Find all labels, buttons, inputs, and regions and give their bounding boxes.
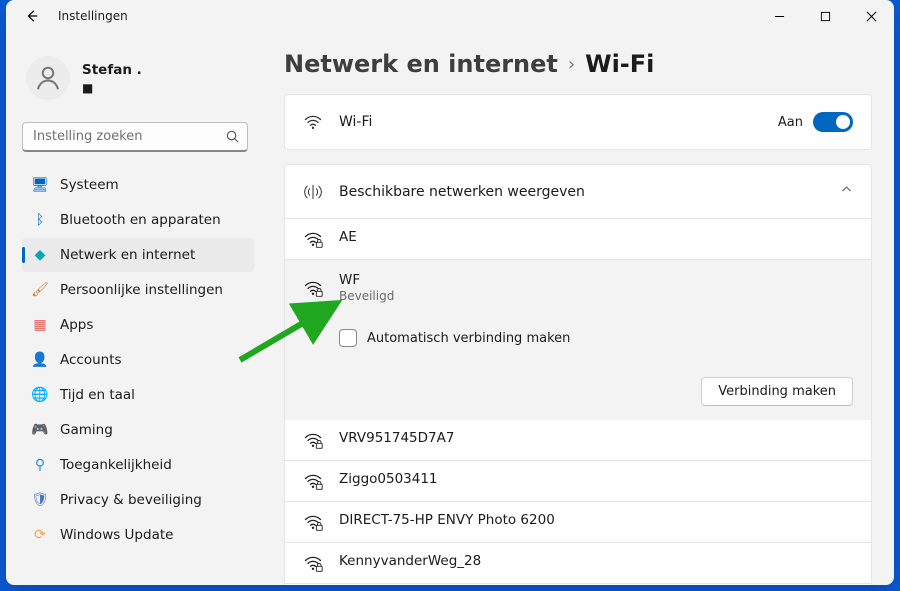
bluetooth-icon: ᛒ — [32, 212, 48, 228]
connect-button[interactable]: Verbinding maken — [701, 377, 853, 406]
nav-list: 🖥 Systeem ᛒ Bluetooth en apparaten ◆ Netwerk … — [22, 168, 254, 552]
apps-icon: ▦ — [32, 317, 48, 333]
sidebar-item-accounts[interactable]: 👤 Accounts — [22, 343, 254, 377]
search-input[interactable] — [22, 122, 248, 152]
close-button[interactable] — [848, 0, 894, 32]
sidebar-item-tijd-en-taal[interactable]: 🌐 Tijd en taal — [22, 378, 254, 412]
avatar — [26, 56, 70, 100]
gamepad-icon: 🎮 — [32, 422, 48, 438]
sidebar-item-apps[interactable]: ▦ Apps — [22, 308, 254, 342]
network-item-selected[interactable]: WF Beveiligd Automatisch verbinding make… — [285, 259, 871, 420]
wifi-secured-icon — [303, 471, 323, 491]
globe-time-icon: 🌐 — [32, 387, 48, 403]
network-item[interactable]: AE — [285, 219, 871, 259]
wifi-switch[interactable] — [813, 112, 853, 132]
network-item[interactable]: VRV951745D7A7 — [285, 420, 871, 460]
sidebar-item-label: Tijd en taal — [60, 387, 135, 403]
available-networks-header[interactable]: Beschikbare netwerken weergeven — [285, 165, 871, 219]
breadcrumb-current: Wi-Fi — [585, 50, 654, 78]
network-ssid: WF — [339, 272, 394, 288]
chevron-up-icon — [840, 183, 853, 200]
sidebar-item-label: Gaming — [60, 422, 113, 438]
settings-window: Instellingen Stefan . ■ 🖥 Systeem ᛒ Bluetoo… — [6, 0, 894, 585]
wifi-toggle-card: Wi-Fi Aan — [284, 94, 872, 150]
wifi-state-label: Aan — [778, 115, 803, 130]
available-networks-card: Beschikbare netwerken weergeven AE — [284, 164, 872, 585]
sidebar-item-persoonlijke-instellingen[interactable]: 🖌 Persoonlijke instellingen — [22, 273, 254, 307]
sidebar-item-label: Privacy & beveiliging — [60, 492, 202, 508]
titlebar: Instellingen — [6, 0, 894, 32]
auto-connect-checkbox[interactable] — [339, 329, 357, 347]
window-controls — [756, 0, 894, 32]
user-sub: ■ — [82, 81, 142, 95]
maximize-button[interactable] — [802, 0, 848, 32]
accessibility-icon: ⚲ — [32, 457, 48, 473]
sidebar-item-bluetooth-en-apparaten[interactable]: ᛒ Bluetooth en apparaten — [22, 203, 254, 237]
wifi-secured-icon — [303, 430, 323, 450]
network-ssid: KennyvanderWeg_28 — [339, 553, 481, 569]
sidebar-item-label: Accounts — [60, 352, 122, 368]
wifi-icon — [303, 112, 323, 132]
sidebar-item-gaming[interactable]: 🎮 Gaming — [22, 413, 254, 447]
available-networks-label: Beschikbare netwerken weergeven — [339, 184, 585, 200]
person-icon: 👤 — [32, 352, 48, 368]
display-icon: 🖥 — [32, 177, 48, 193]
auto-connect-option[interactable]: Automatisch verbinding maken — [339, 329, 853, 347]
breadcrumb-parent[interactable]: Netwerk en internet — [284, 50, 558, 78]
breadcrumb: Netwerk en internet › Wi-Fi — [284, 50, 872, 78]
chevron-right-icon: › — [568, 54, 575, 75]
window-title: Instellingen — [58, 9, 128, 23]
user-block[interactable]: Stefan . ■ — [22, 44, 254, 108]
sidebar-item-label: Systeem — [60, 177, 119, 193]
user-name: Stefan . — [82, 62, 142, 78]
sidebar: Stefan . ■ 🖥 Systeem ᛒ Bluetooth en apparat… — [6, 32, 262, 585]
network-item[interactable]: Ziggo0503411 — [285, 460, 871, 501]
back-button[interactable] — [24, 8, 40, 24]
network-security: Beveiligd — [339, 289, 394, 303]
antenna-icon — [303, 182, 323, 202]
sidebar-item-label: Netwerk en internet — [60, 247, 195, 263]
sidebar-item-label: Windows Update — [60, 527, 173, 543]
sidebar-item-label: Apps — [60, 317, 93, 333]
main-panel: Netwerk en internet › Wi-Fi Wi-Fi Aan — [262, 32, 894, 585]
wifi-secured-icon — [303, 229, 323, 249]
network-item[interactable]: VRV95175E38E6 — [285, 583, 871, 585]
auto-connect-label: Automatisch verbinding maken — [367, 331, 570, 346]
network-ssid: AE — [339, 229, 357, 245]
sidebar-item-systeem[interactable]: 🖥 Systeem — [22, 168, 254, 202]
minimize-button[interactable] — [756, 0, 802, 32]
wifi-secured-icon — [303, 512, 323, 532]
wifi-secured-icon — [303, 553, 323, 573]
wifi-label: Wi-Fi — [339, 114, 372, 130]
network-ssid: DIRECT-75-HP ENVY Photo 6200 — [339, 512, 555, 528]
shield-icon: 🛡 — [32, 492, 48, 508]
search-box — [22, 122, 248, 152]
sidebar-item-windows-update[interactable]: ⟳ Windows Update — [22, 518, 254, 552]
network-list: AE WF Beveiligd Autom — [285, 219, 871, 585]
network-item[interactable]: DIRECT-75-HP ENVY Photo 6200 — [285, 501, 871, 542]
network-ssid: Ziggo0503411 — [339, 471, 438, 487]
network-item[interactable]: KennyvanderWeg_28 — [285, 542, 871, 583]
wifi-toggle-row[interactable]: Wi-Fi Aan — [285, 95, 871, 149]
network-ssid: VRV951745D7A7 — [339, 430, 454, 446]
sidebar-item-privacy-beveiliging[interactable]: 🛡 Privacy & beveiliging — [22, 483, 254, 517]
sidebar-item-label: Bluetooth en apparaten — [60, 212, 221, 228]
sidebar-item-toegankelijkheid[interactable]: ⚲ Toegankelijkheid — [22, 448, 254, 482]
search-icon — [225, 129, 240, 148]
sidebar-item-netwerk-en-internet[interactable]: ◆ Netwerk en internet — [22, 238, 254, 272]
brush-icon: 🖌 — [32, 282, 48, 298]
sidebar-item-label: Toegankelijkheid — [60, 457, 172, 473]
wifi-secured-icon — [303, 278, 323, 298]
wifi-diamond-icon: ◆ — [32, 247, 48, 263]
update-icon: ⟳ — [32, 527, 48, 543]
sidebar-item-label: Persoonlijke instellingen — [60, 282, 223, 298]
